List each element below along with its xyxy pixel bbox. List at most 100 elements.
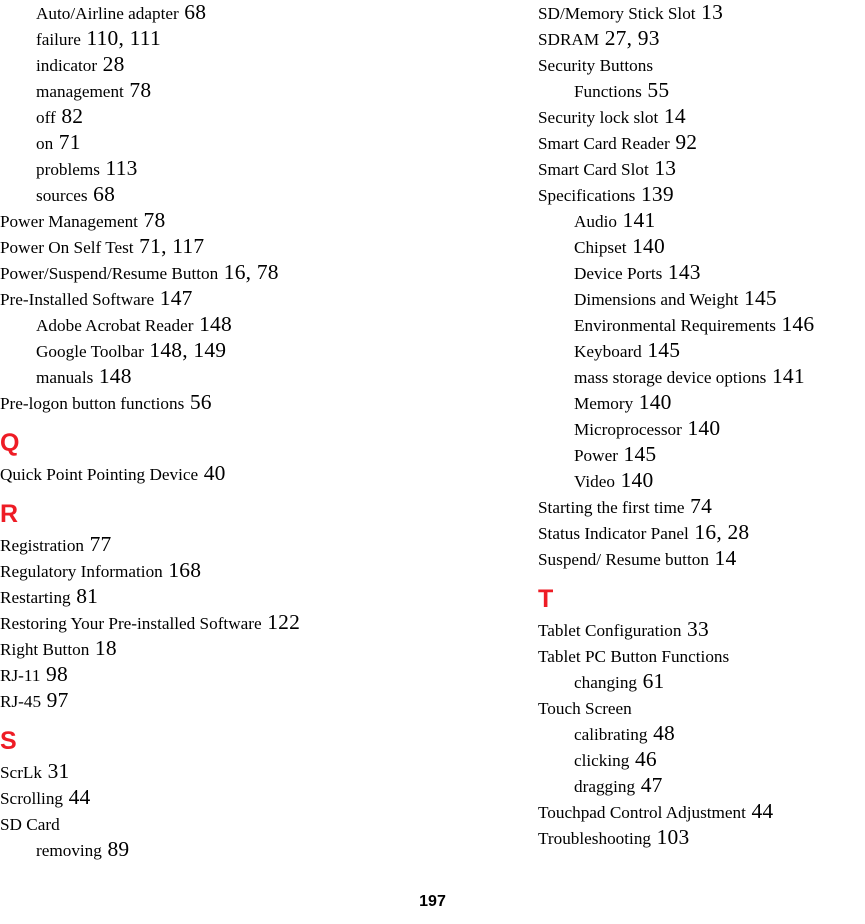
index-entry: mass storage device options 141 [538, 364, 865, 390]
page-footer: 197 [0, 893, 865, 911]
index-entry-pages: 44 [68, 785, 91, 809]
index-entry-pages: 148, 149 [149, 338, 227, 362]
index-entry-pages: 74 [690, 494, 713, 518]
index-entry-pages: 16, 28 [694, 520, 750, 544]
index-entry-term: Chipset [574, 238, 627, 257]
index-entry-pages: 40 [203, 461, 226, 485]
index-entry-pages: 56 [189, 390, 212, 414]
index-entry-pages: 31 [47, 759, 70, 783]
index-entry-term: Quick Point Pointing Device [0, 465, 199, 484]
index-entry-term: Power/Suspend/Resume Button [0, 264, 219, 283]
index-entry: Status Indicator Panel 16, 28 [538, 520, 865, 546]
index-entry: Audio 141 [538, 208, 865, 234]
index-entry-term: Video [574, 472, 615, 491]
index-entry-term: Scrolling [0, 789, 64, 808]
section-letter-t: T [538, 585, 554, 613]
index-entry-term: Troubleshooting [538, 829, 652, 848]
index-entry: Suspend/ Resume button 14 [538, 546, 865, 572]
index-entry: Functions 55 [538, 78, 865, 104]
index-entry-pages: 148 [98, 364, 132, 388]
index-entry-pages: 77 [89, 532, 112, 556]
index-entry: SD Card [0, 811, 470, 837]
index-entry-term: SD/Memory Stick Slot [538, 4, 696, 23]
index-entry-pages: 97 [46, 688, 69, 712]
index-entry: Troubleshooting 103 [538, 825, 865, 851]
index-entry: Auto/Airline adapter 68 [0, 0, 470, 26]
index-entry-term: problems [36, 160, 100, 179]
index-entry: Pre-Installed Software 147 [0, 286, 470, 312]
index-entry-term: Security Buttons [538, 56, 654, 75]
index-entry-term: on [36, 134, 54, 153]
index-entry-term: ScrLk [0, 763, 43, 782]
index-entry-pages: 141 [622, 208, 656, 232]
index-entry: Touch Screen [538, 695, 865, 721]
index-page: Auto/Airline adapter 68 failure 110, 111 ind… [0, 0, 865, 924]
index-entry-pages: 61 [642, 669, 665, 693]
index-entry-term: Power On Self Test [0, 238, 134, 257]
index-entry: SDRAM 27, 93 [538, 26, 865, 52]
index-entry-term: Environmental Requirements [574, 316, 776, 335]
index-entry-term: Status Indicator Panel [538, 524, 689, 543]
index-entry-term: Memory [574, 394, 634, 413]
section-letter-s: S [0, 727, 17, 755]
index-entry: Security Buttons [538, 52, 865, 78]
index-entry-pages: 145 [647, 338, 681, 362]
index-entry: Tablet PC Button Functions [538, 643, 865, 669]
index-entry-pages: 55 [647, 78, 670, 102]
index-entry: Power Management 78 [0, 208, 470, 234]
index-entry-pages: 14 [714, 546, 737, 570]
index-entry-pages: 33 [687, 617, 709, 641]
index-entry: Google Toolbar 148, 149 [0, 338, 470, 364]
index-entry: Power/Suspend/Resume Button 16, 78 [0, 260, 470, 286]
index-entry-term: Pre-Installed Software [0, 290, 155, 309]
index-entry: clicking 46 [538, 747, 865, 773]
index-entry: Dimensions and Weight 145 [538, 286, 865, 312]
index-entry-term: manuals [36, 368, 94, 387]
index-entry-pages: 140 [687, 416, 721, 440]
index-entry-term: Audio [574, 212, 617, 231]
index-entry-term: changing [574, 673, 638, 692]
index-entry: Keyboard 145 [538, 338, 865, 364]
index-entry-pages: 13 [654, 156, 677, 180]
index-entry-pages: 145 [744, 286, 777, 310]
index-entry-pages: 141 [771, 364, 805, 388]
index-entry: Restoring Your Pre-installed Software 122 [0, 610, 470, 636]
index-entry-term: Restoring Your Pre-installed Software [0, 614, 262, 633]
index-entry: failure 110, 111 [0, 26, 470, 52]
index-entry-term: SDRAM [538, 30, 600, 49]
index-entry-term: Registration [0, 536, 85, 555]
index-entry-term: RJ-11 [0, 666, 41, 685]
index-entry: Quick Point Pointing Device 40 [0, 461, 470, 487]
index-entry-pages: 78 [143, 208, 166, 232]
index-entry: Starting the first time 74 [538, 494, 865, 520]
index-entry: problems 113 [0, 156, 470, 182]
index-entry-term: Security lock slot [538, 108, 659, 127]
index-entry-pages: 27, 93 [604, 26, 660, 50]
index-entry-pages: 18 [94, 636, 117, 660]
index-entry: Chipset 140 [538, 234, 865, 260]
index-entry-pages: 46 [634, 747, 657, 771]
index-entry-pages: 140 [620, 468, 654, 492]
index-entry: Scrolling 44 [0, 785, 470, 811]
index-entry: Smart Card Slot 13 [538, 156, 865, 182]
index-entry: off 82 [0, 104, 470, 130]
index-entry-pages: 44 [751, 799, 774, 823]
index-entry: changing 61 [538, 669, 865, 695]
index-entry-pages: 28 [102, 52, 125, 76]
index-entry-pages: 140 [632, 234, 665, 258]
index-entry-pages: 48 [653, 721, 675, 745]
index-entry: Registration 77 [0, 532, 470, 558]
index-entry-pages: 146 [781, 312, 815, 336]
index-entry-term: calibrating [574, 725, 648, 744]
index-entry-pages: 78 [129, 78, 152, 102]
index-entry: Regulatory Information 168 [0, 558, 470, 584]
index-entry-term: Smart Card Slot [538, 160, 649, 179]
index-entry-term: off [36, 108, 56, 127]
index-entry: ScrLk 31 [0, 759, 470, 785]
index-entry-term: Device Ports [574, 264, 663, 283]
index-entry-term: Pre-logon button functions [0, 394, 185, 413]
index-columns: Auto/Airline adapter 68 failure 110, 111 ind… [0, 0, 865, 861]
index-entry-term: Auto/Airline adapter [36, 4, 179, 23]
index-entry-pages: 113 [105, 156, 138, 180]
index-entry-pages: 147 [159, 286, 193, 310]
